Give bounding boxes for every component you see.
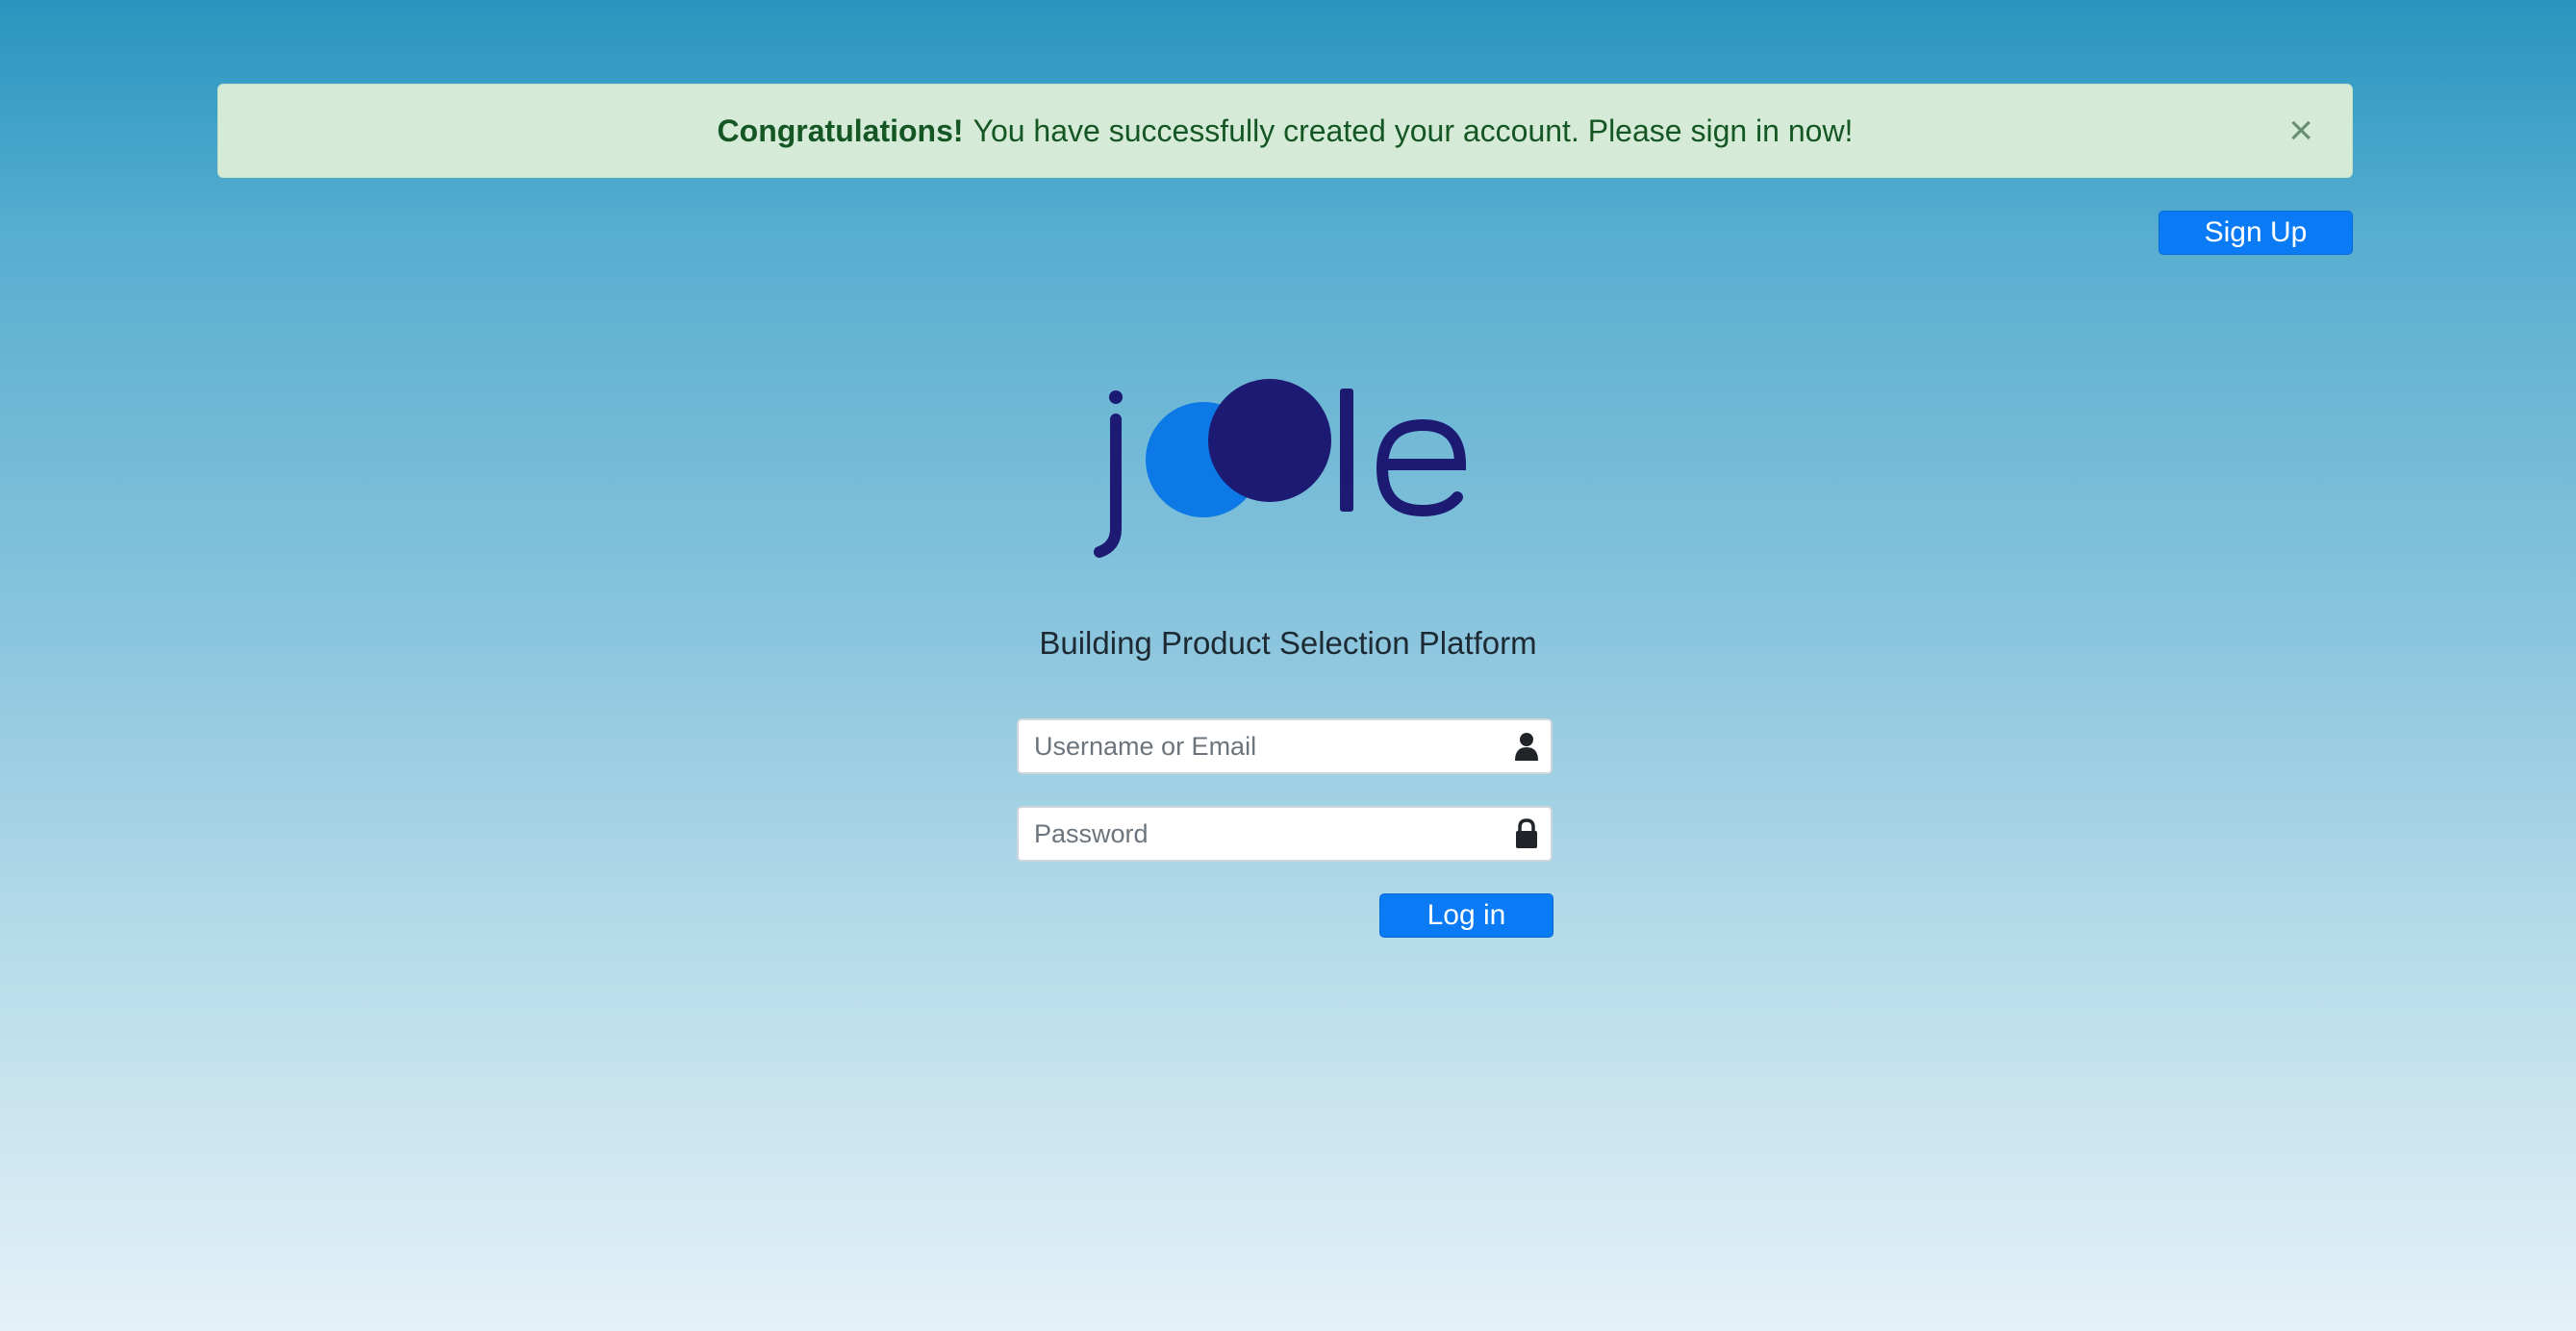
password-input[interactable]	[1019, 808, 1551, 860]
logo-j-stem	[1094, 414, 1122, 558]
username-field-wrapper	[1017, 718, 1553, 774]
login-button[interactable]: Log in	[1379, 893, 1553, 938]
logo-j-dot	[1109, 390, 1123, 404]
platform-subtitle: Building Product Selection Platform	[1039, 625, 1537, 661]
logo-l	[1340, 389, 1353, 512]
sign-up-button[interactable]: Sign Up	[2159, 211, 2353, 255]
close-icon[interactable]: ×	[2288, 110, 2313, 152]
logo-dark-circle	[1208, 379, 1331, 502]
alert-message: You have successfully created your accou…	[972, 113, 1854, 148]
joole-logo	[1094, 379, 1467, 558]
success-alert: Congratulations! You have successfully c…	[217, 84, 2353, 178]
lock-icon	[1516, 818, 1537, 848]
logo-e	[1376, 418, 1467, 517]
username-input[interactable]	[1019, 720, 1551, 772]
user-icon	[1515, 733, 1538, 761]
password-field-wrapper	[1017, 806, 1553, 862]
alert-heading: Congratulations!	[717, 113, 964, 148]
